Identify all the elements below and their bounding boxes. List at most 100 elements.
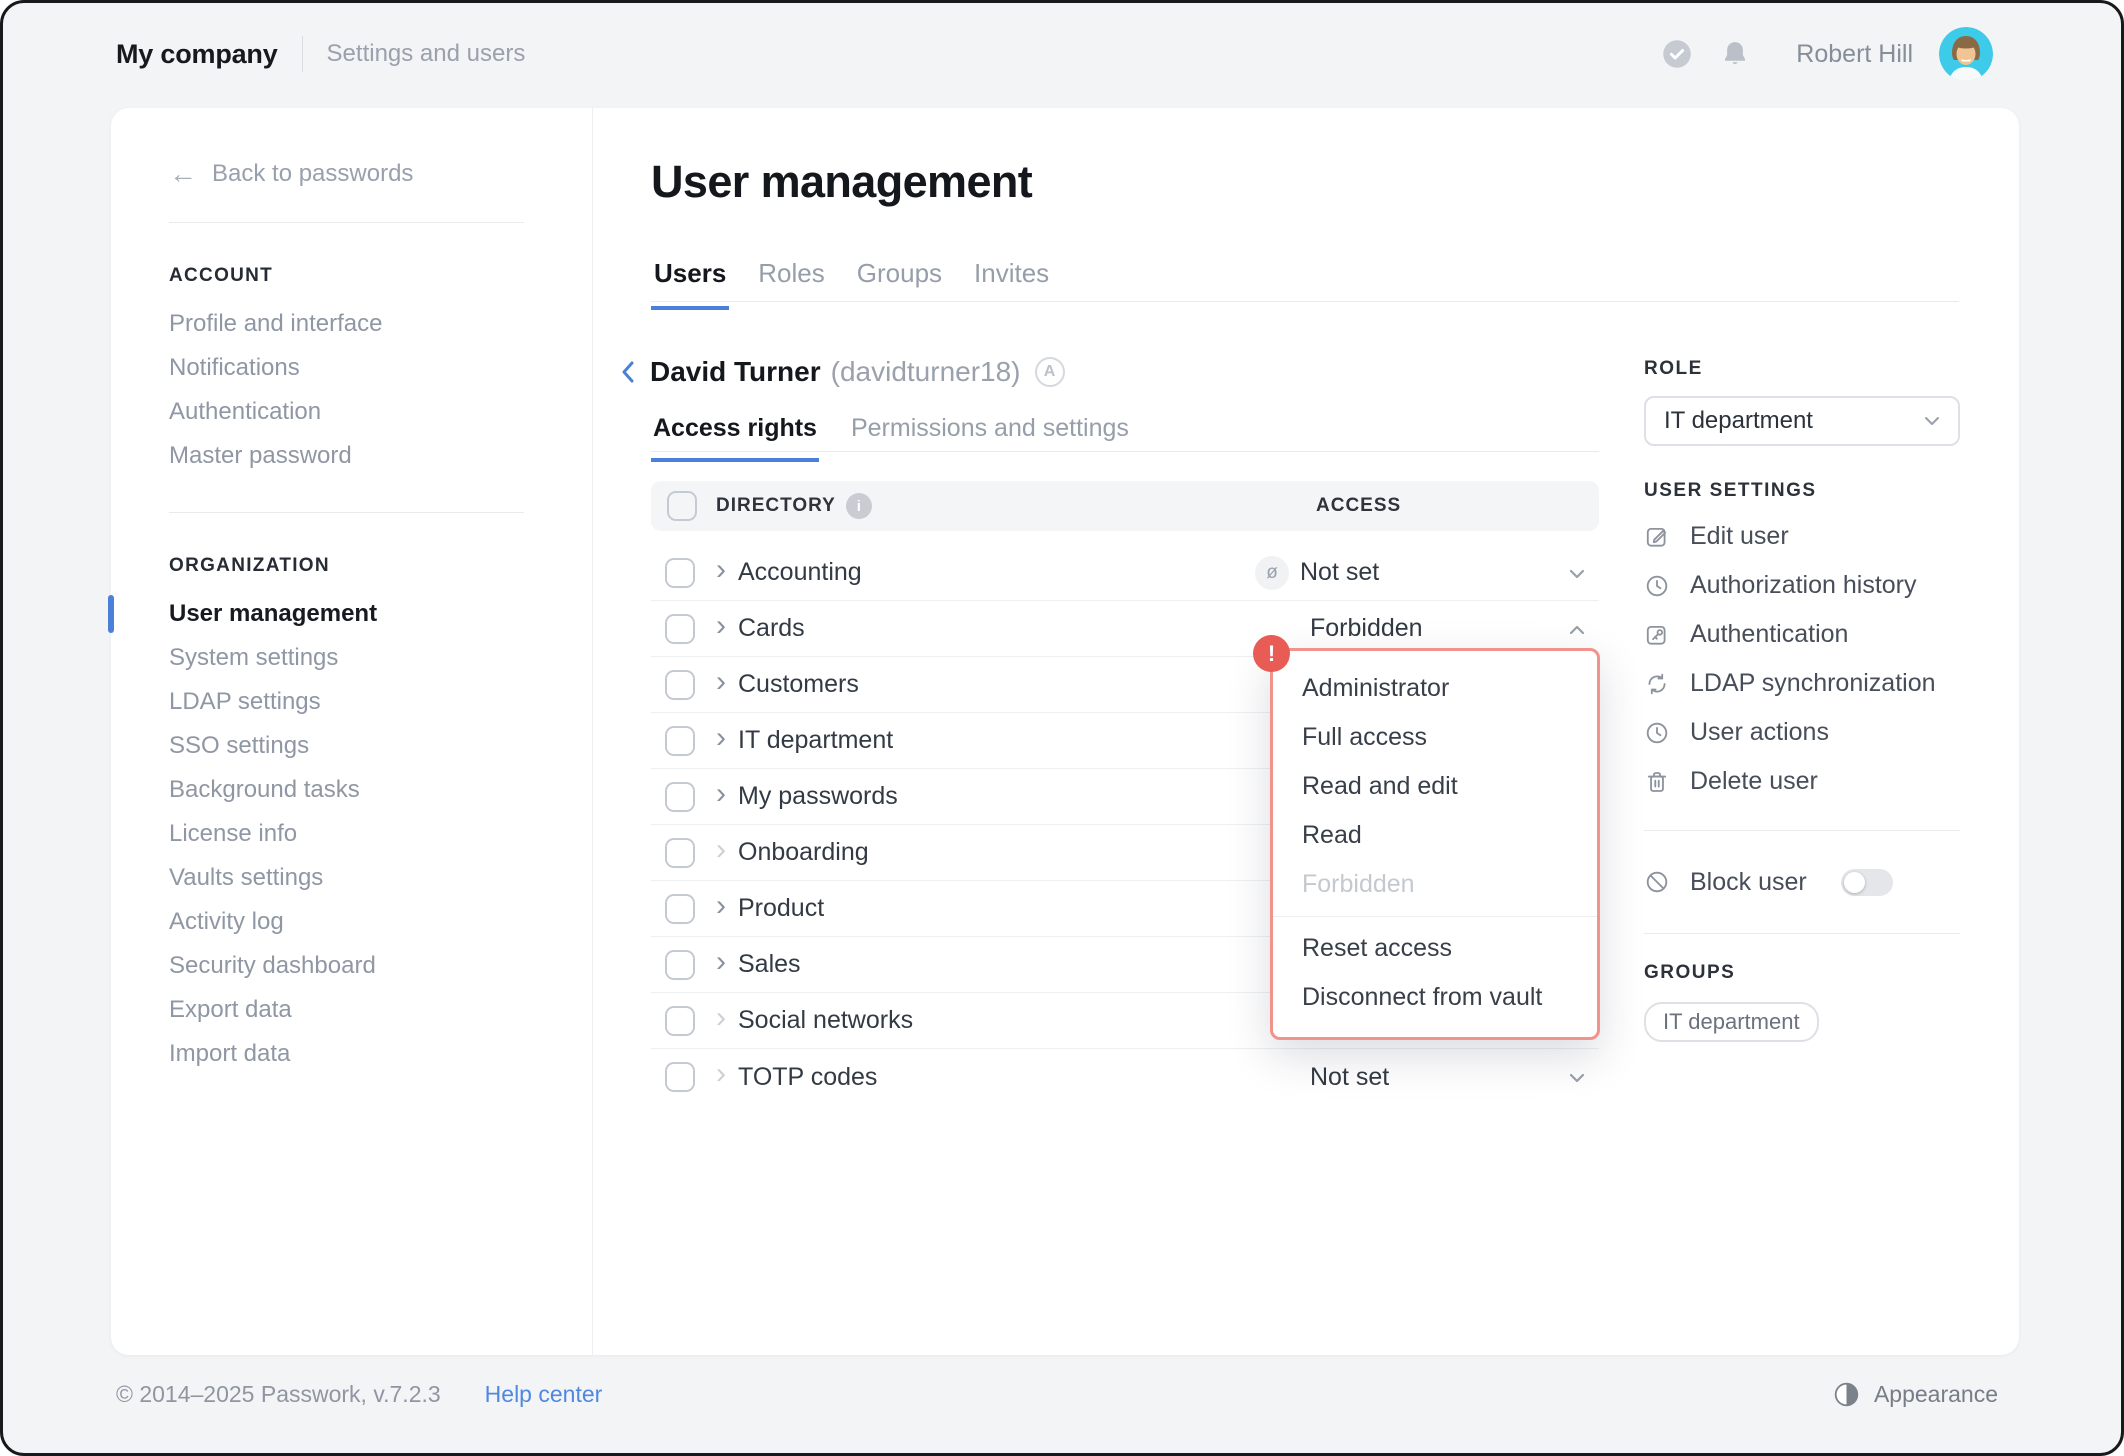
chevron-right-icon[interactable]: ›	[716, 723, 726, 753]
access-cell: ø Not set	[1255, 1063, 1389, 1092]
access-action[interactable]: Reset access	[1273, 924, 1597, 973]
chevron-right-icon[interactable]: ›	[716, 1059, 726, 1089]
sidebar-item[interactable]: Master password	[169, 434, 592, 478]
sidebar-item[interactable]: Vaults settings	[169, 856, 592, 900]
directory-name[interactable]: Sales	[738, 950, 801, 979]
tab[interactable]: Invites	[971, 258, 1052, 310]
chevron-right-icon[interactable]: ›	[716, 891, 726, 921]
row-checkbox[interactable]	[665, 1006, 695, 1036]
row-checkbox[interactable]	[665, 670, 695, 700]
sidebar-item[interactable]: Activity log	[169, 900, 592, 944]
block-user-toggle[interactable]	[1841, 869, 1893, 896]
edit-user-action[interactable]: Edit user	[1644, 512, 1960, 561]
select-all-checkbox[interactable]	[667, 491, 697, 521]
chevron-down-icon[interactable]	[1567, 1068, 1587, 1088]
page-title: User management	[651, 156, 1032, 208]
directory-name[interactable]: Onboarding	[738, 838, 869, 867]
ldap-synchronization-action[interactable]: LDAP synchronization	[1644, 659, 1960, 708]
tab[interactable]: Groups	[854, 258, 945, 310]
appearance-label: Appearance	[1874, 1381, 1998, 1408]
sidebar-item[interactable]: System settings	[169, 636, 592, 680]
user-name[interactable]: Robert Hill	[1796, 40, 1913, 69]
access-option[interactable]: Read	[1273, 811, 1597, 860]
chevron-right-icon[interactable]: ›	[716, 667, 726, 697]
role-value: IT department	[1664, 407, 1813, 435]
chevron-right-icon[interactable]: ›	[716, 835, 726, 865]
sidebar-item[interactable]: Export data	[169, 988, 592, 1032]
sidebar-item[interactable]: SSO settings	[169, 724, 592, 768]
sync-icon	[1644, 671, 1670, 697]
back-to-passwords-link[interactable]: ← Back to passwords	[169, 160, 592, 188]
divider	[302, 36, 303, 72]
directory-name[interactable]: My passwords	[738, 782, 898, 811]
row-checkbox[interactable]	[665, 782, 695, 812]
chevron-right-icon[interactable]: ›	[716, 555, 726, 585]
sidebar-item[interactable]: Profile and interface	[169, 302, 592, 346]
sidebar-item[interactable]: Background tasks	[169, 768, 592, 812]
chevron-down-icon	[1922, 411, 1942, 431]
subtab[interactable]: Access rights	[651, 414, 819, 462]
row-checkbox[interactable]	[665, 614, 695, 644]
chevron-right-icon[interactable]: ›	[716, 611, 726, 641]
access-option[interactable]: Full access	[1273, 713, 1597, 762]
row-checkbox[interactable]	[665, 894, 695, 924]
directory-name[interactable]: Cards	[738, 614, 805, 643]
access-value[interactable]: Not set	[1300, 558, 1379, 587]
chevron-right-icon[interactable]: ›	[716, 1003, 726, 1033]
directory-name[interactable]: Social networks	[738, 1006, 913, 1035]
directory-name[interactable]: Product	[738, 894, 824, 923]
bell-icon[interactable]	[1720, 39, 1750, 69]
info-icon[interactable]: i	[846, 493, 872, 519]
sidebar-item[interactable]: License info	[169, 812, 592, 856]
directory-name[interactable]: Customers	[738, 670, 859, 699]
avatar[interactable]	[1939, 27, 1993, 81]
role-select[interactable]: IT department	[1644, 396, 1960, 446]
authorization-history-action[interactable]: Authorization history	[1644, 561, 1960, 610]
edit-icon	[1644, 524, 1670, 550]
sidebar-item[interactable]: Import data	[169, 1032, 592, 1076]
block-icon	[1644, 869, 1670, 895]
access-value[interactable]: Not set	[1310, 1063, 1389, 1092]
chevron-down-icon[interactable]	[1567, 564, 1587, 584]
sidebar-item[interactable]: Security dashboard	[169, 944, 592, 988]
chevron-up-icon[interactable]	[1567, 620, 1587, 640]
access-option[interactable]: Forbidden	[1273, 860, 1597, 909]
arrow-left-icon: ←	[169, 160, 197, 188]
block-user-label: Block user	[1690, 868, 1807, 897]
check-circle-icon[interactable]	[1662, 39, 1692, 69]
authentication-action[interactable]: Authentication	[1644, 610, 1960, 659]
directory-name[interactable]: TOTP codes	[738, 1063, 877, 1092]
row-checkbox[interactable]	[665, 838, 695, 868]
account-list: Profile and interfaceNotificationsAuthen…	[169, 302, 592, 478]
sidebar-item[interactable]: LDAP settings	[169, 680, 592, 724]
group-chip[interactable]: IT department	[1644, 1002, 1819, 1042]
access-action[interactable]: Disconnect from vault	[1273, 973, 1597, 1022]
delete-user-action[interactable]: Delete user	[1644, 757, 1960, 806]
directory-name[interactable]: IT department	[738, 726, 893, 755]
row-checkbox[interactable]	[665, 950, 695, 980]
content-card: ← Back to passwords ACCOUNT Profile and …	[111, 108, 2019, 1355]
subtab[interactable]: Permissions and settings	[849, 414, 1131, 462]
row-checkbox[interactable]	[665, 726, 695, 756]
clock-icon	[1644, 720, 1670, 746]
chevron-left-icon[interactable]	[618, 357, 640, 387]
sidebar-item[interactable]: User management	[169, 592, 592, 636]
chevron-right-icon[interactable]: ›	[716, 779, 726, 809]
row-checkbox[interactable]	[665, 1062, 695, 1092]
access-option[interactable]: Administrator	[1273, 664, 1597, 713]
tab[interactable]: Users	[651, 258, 729, 310]
access-cell: ø Not set	[1255, 556, 1379, 590]
access-option[interactable]: Read and edit	[1273, 762, 1597, 811]
key-icon	[1644, 622, 1670, 648]
help-center-link[interactable]: Help center	[485, 1381, 603, 1408]
company-name: My company	[116, 39, 278, 70]
sidebar-item[interactable]: Authentication	[169, 390, 592, 434]
sidebar-item[interactable]: Notifications	[169, 346, 592, 390]
access-value[interactable]: Forbidden	[1310, 614, 1423, 643]
user-actions-action[interactable]: User actions	[1644, 708, 1960, 757]
appearance-toggle[interactable]: Appearance	[1833, 1381, 1998, 1408]
row-checkbox[interactable]	[665, 558, 695, 588]
chevron-right-icon[interactable]: ›	[716, 947, 726, 977]
directory-name[interactable]: Accounting	[738, 558, 862, 587]
tab[interactable]: Roles	[755, 258, 827, 310]
